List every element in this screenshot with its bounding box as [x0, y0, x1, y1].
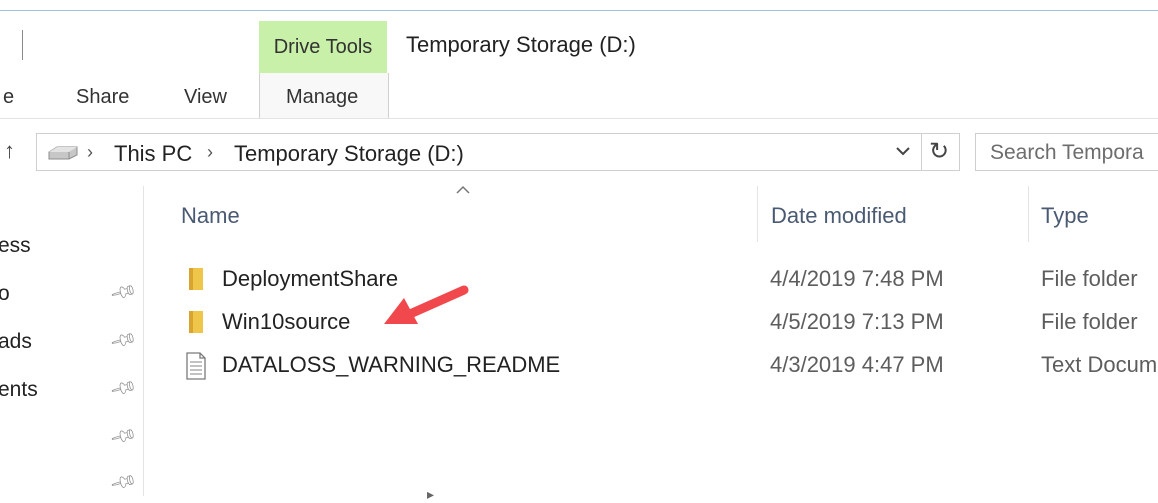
breadcrumb-this-pc[interactable]: This PC: [114, 141, 192, 167]
tab-file[interactable]: e: [3, 86, 14, 109]
file-type: File folder: [1041, 309, 1138, 334]
breadcrumb-chevron-icon[interactable]: ›: [207, 142, 213, 163]
column-separator[interactable]: [1028, 186, 1029, 242]
window-title: Temporary Storage (D:): [406, 32, 636, 57]
tab-manage[interactable]: Manage: [286, 86, 358, 109]
breadcrumb-chevron-icon[interactable]: ›: [87, 142, 93, 163]
address-divider: [921, 134, 922, 170]
text-file-icon: [185, 352, 207, 385]
pin-icon[interactable]: 📌︎: [108, 374, 139, 404]
column-header-name[interactable]: Name: [181, 203, 240, 229]
file-type: Text Docum: [1041, 352, 1158, 377]
folder-icon: [185, 266, 207, 297]
column-header-type[interactable]: Type: [1041, 203, 1089, 229]
tab-share[interactable]: Share: [76, 86, 129, 109]
chevron-down-icon[interactable]: [894, 142, 912, 165]
file-row[interactable]: Win10source 4/5/2019 7:13 PM File folder: [145, 301, 1158, 341]
file-date-modified: 4/3/2019 4:47 PM: [770, 352, 944, 377]
folder-icon: [185, 309, 207, 340]
column-header-date-modified[interactable]: Date modified: [771, 203, 907, 229]
pin-icon[interactable]: 📌︎: [108, 326, 139, 356]
column-separator[interactable]: [757, 186, 758, 242]
address-bar[interactable]: › This PC › Temporary Storage (D:) ↻: [36, 133, 960, 171]
file-date-modified: 4/5/2019 7:13 PM: [770, 309, 944, 334]
file-name[interactable]: DATALOSS_WARNING_README: [222, 352, 560, 378]
search-placeholder: Search Tempora: [990, 141, 1144, 164]
nav-pane-divider[interactable]: [143, 186, 144, 496]
breadcrumb-temporary-storage[interactable]: Temporary Storage (D:): [234, 141, 464, 167]
annotation-arrow-icon: [380, 278, 475, 338]
nav-item-documents[interactable]: ents: [0, 378, 38, 402]
up-arrow-icon[interactable]: ↑: [4, 138, 15, 164]
file-type: File folder: [1041, 266, 1138, 291]
pin-icon[interactable]: 📌︎: [108, 422, 139, 452]
nav-item-quick-access[interactable]: ess: [0, 234, 31, 258]
file-row[interactable]: DATALOSS_WARNING_README 4/3/2019 4:47 PM…: [145, 344, 1158, 384]
tab-view[interactable]: View: [184, 86, 227, 109]
refresh-icon[interactable]: ↻: [929, 137, 949, 166]
file-row[interactable]: DeploymentShare 4/4/2019 7:48 PM File fo…: [145, 258, 1158, 298]
search-box[interactable]: Search Tempora: [975, 133, 1158, 171]
ribbon-bottom-border: [0, 118, 1158, 119]
nav-item-downloads[interactable]: ads: [0, 330, 32, 354]
file-date-modified: 4/4/2019 7:48 PM: [770, 266, 944, 291]
nav-item-desktop[interactable]: o: [0, 282, 10, 306]
pin-icon[interactable]: 📌︎: [108, 468, 139, 498]
sort-ascending-icon: [455, 182, 471, 200]
drive-tools-context-tab: Drive Tools: [259, 21, 387, 73]
pin-icon[interactable]: 📌︎: [108, 278, 139, 308]
file-name[interactable]: DeploymentShare: [222, 266, 398, 292]
drive-icon: [47, 146, 79, 165]
ribbon-separator: [22, 30, 23, 60]
mouse-cursor-icon: ▸: [427, 486, 435, 502]
file-name[interactable]: Win10source: [222, 309, 350, 335]
window-top-border: [0, 10, 1158, 11]
